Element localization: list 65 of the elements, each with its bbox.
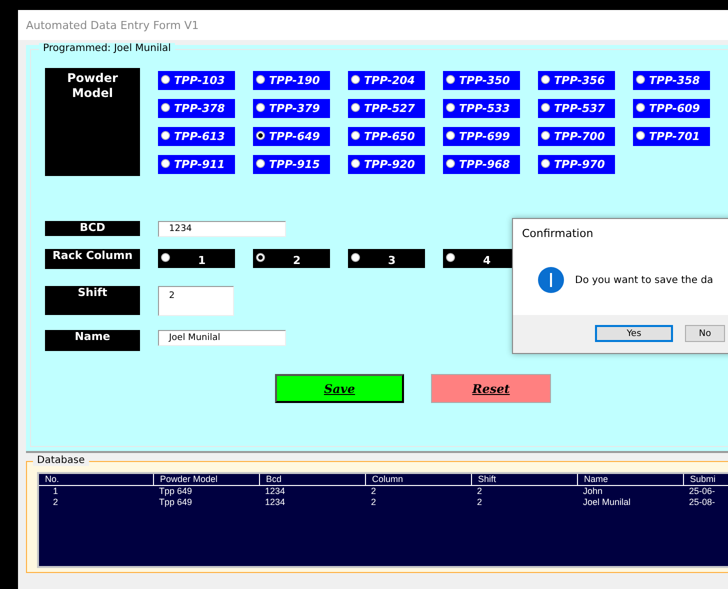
radio-option[interactable]: TPP-533: [443, 99, 520, 118]
save-button[interactable]: Save: [275, 374, 404, 403]
window-title: Automated Data Entry Form V1: [26, 18, 199, 32]
radio-option[interactable]: TPP-920: [348, 155, 425, 174]
table-cell-text: 25-08-: [688, 497, 716, 508]
table-cell-text: 2: [476, 486, 484, 497]
radio-option[interactable]: TPP-103: [158, 71, 235, 90]
radio-option[interactable]: TPP-970: [538, 155, 615, 174]
group-title: Database: [33, 455, 89, 466]
table-cell-text: John: [582, 486, 604, 497]
column-header[interactable]: Powder Model: [153, 474, 259, 485]
field-label: Powder Model: [45, 68, 140, 176]
reset-button[interactable]: Reset: [431, 374, 551, 403]
column-header[interactable]: Bcd: [259, 474, 365, 485]
radio-option[interactable]: TPP-911: [158, 155, 235, 174]
radio-option[interactable]: TPP-650: [348, 127, 425, 146]
info-icon: [538, 267, 564, 293]
radio-option[interactable]: TPP-699: [443, 127, 520, 146]
table-cell-text: Joel Munilal: [582, 497, 632, 508]
table-cell-text: Tpp 649: [158, 497, 194, 508]
radio-option[interactable]: TPP-609: [633, 99, 710, 118]
dialog-message: Do you want to save the da: [575, 274, 714, 286]
group-title: Programmed: Joel Munilal: [39, 43, 175, 54]
radio-option[interactable]: 3: [348, 249, 425, 268]
table-cell-text: 1: [52, 486, 60, 497]
column-header[interactable]: Name: [577, 474, 683, 485]
radio-option[interactable]: TPP-358: [633, 71, 710, 90]
table-cell-text: 25-06-: [688, 486, 716, 497]
radio-option[interactable]: TPP-700: [538, 127, 615, 146]
table-cell-text: Tpp 649: [158, 486, 194, 497]
radio-option[interactable]: TPP-527: [348, 99, 425, 118]
input-field[interactable]: Joel Munilal: [158, 330, 286, 346]
radio-option[interactable]: TPP-190: [253, 71, 330, 90]
radio-option[interactable]: TPP-379: [253, 99, 330, 118]
field-label: Shift: [45, 286, 140, 315]
table-cell-text: 2: [370, 497, 378, 508]
radio-option[interactable]: TPP-649: [253, 127, 330, 146]
field-label: BCD: [45, 221, 140, 236]
radio-option[interactable]: 2: [253, 249, 330, 268]
table-cell-text: 1234: [264, 486, 286, 497]
column-header[interactable]: Submi: [683, 474, 723, 485]
table-cell-text: 2: [370, 486, 378, 497]
table-cell-text: 1234: [264, 497, 286, 508]
field-label: Name: [45, 330, 140, 351]
column-header[interactable]: Shift: [471, 474, 577, 485]
radio-option[interactable]: 1: [158, 249, 235, 268]
dialog-title: Confirmation: [521, 226, 594, 242]
input-field[interactable]: 2: [158, 286, 234, 316]
radio-option[interactable]: TPP-537: [538, 99, 615, 118]
radio-option[interactable]: TPP-915: [253, 155, 330, 174]
column-header[interactable]: No.: [39, 474, 153, 485]
radio-option[interactable]: TPP-378: [158, 99, 235, 118]
table-cell-text: 2: [476, 497, 484, 508]
radio-option[interactable]: TPP-613: [158, 127, 235, 146]
radio-option[interactable]: TPP-350: [443, 71, 520, 90]
radio-option[interactable]: TPP-968: [443, 155, 520, 174]
input-field[interactable]: 1234: [158, 221, 286, 237]
dialog-button[interactable]: Yes: [595, 325, 673, 342]
column-header[interactable]: Column: [365, 474, 471, 485]
dialog-button[interactable]: No: [685, 325, 725, 342]
radio-option[interactable]: TPP-356: [538, 71, 615, 90]
radio-option[interactable]: TPP-701: [633, 127, 710, 146]
radio-option[interactable]: TPP-204: [348, 71, 425, 90]
table-cell-text: 2: [52, 497, 60, 508]
field-label: Rack Column: [45, 249, 140, 269]
